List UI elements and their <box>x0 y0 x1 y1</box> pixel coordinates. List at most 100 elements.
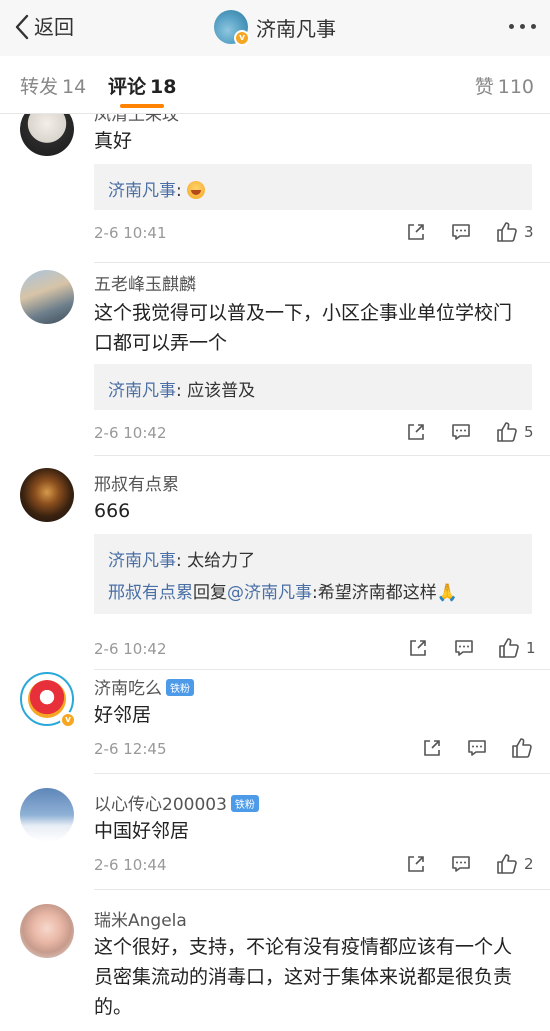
commenter-name[interactable]: 五老峰玉麒麟 <box>94 270 196 295</box>
reply-text: :希望济南都这样🙏 <box>312 583 458 603</box>
top-nav-bar: 返回 v 济南凡事 <box>0 0 550 56</box>
like-count: 2 <box>524 855 534 873</box>
back-button[interactable]: 返回 <box>14 12 74 42</box>
account-avatar: v <box>214 10 250 46</box>
like-button[interactable]: 1 <box>498 637 536 659</box>
like-count: 3 <box>524 223 534 241</box>
reply-line: 济南凡事: 太给力了 <box>108 546 255 571</box>
reply-author[interactable]: 济南凡事 <box>108 181 176 201</box>
avatar[interactable] <box>20 114 74 156</box>
commenter-name-text: 济南吃么 <box>94 679 162 699</box>
share-icon <box>408 424 424 440</box>
comment-icon <box>452 856 470 872</box>
share-button[interactable] <box>406 222 426 242</box>
tab-comment-count: 18 <box>150 76 177 98</box>
share-icon <box>424 740 440 756</box>
like-count: 5 <box>524 423 534 441</box>
tab-forward-count: 14 <box>62 76 87 98</box>
comment-button[interactable] <box>454 638 474 658</box>
like-button[interactable]: 5 <box>496 421 534 443</box>
reply-box[interactable]: 济南凡事: 应该普及 <box>94 364 532 410</box>
tab-like-label: 赞 <box>474 76 494 98</box>
thumb-up-icon <box>497 422 517 442</box>
comment-button[interactable] <box>451 222 471 242</box>
commenter-name[interactable]: 以心传心200003 铁粉 <box>94 790 259 815</box>
tab-comment-label: 评论 <box>108 76 147 98</box>
commenter-name[interactable]: 邢叔有点累 <box>94 470 179 495</box>
back-label: 返回 <box>34 15 74 39</box>
comment-text-line: 的。 <box>94 996 133 1018</box>
account-title[interactable]: v 济南凡事 <box>214 10 336 46</box>
comment-text: 666 <box>94 500 131 522</box>
divider <box>94 773 550 774</box>
avatar[interactable] <box>20 468 74 522</box>
comment-button[interactable] <box>451 854 471 874</box>
list-item: 瑞米Angela 这个很好，支持，不论有没有疫情都应该有一个人 员密集流动的消毒… <box>0 902 550 1031</box>
commenter-name-text: 以心传心200003 <box>94 795 227 815</box>
reply-mention[interactable]: @济南凡事 <box>227 583 312 603</box>
active-tab-indicator <box>120 104 164 108</box>
thumb-up-icon <box>499 638 519 658</box>
comment-text: 这个我觉得可以普及一下，小区企事业单位学校门 口都可以弄一个 <box>94 298 526 358</box>
avatar[interactable] <box>20 788 74 842</box>
share-button[interactable] <box>406 854 426 874</box>
comment-text: 好邻居 <box>94 704 152 726</box>
tab-comment[interactable]: 评论 18 <box>108 72 176 99</box>
like-button[interactable]: 2 <box>496 853 534 875</box>
comment-icon <box>452 424 470 440</box>
tab-forward-label: 转发 <box>20 76 59 98</box>
tab-like[interactable]: 赞 110 <box>475 72 534 99</box>
list-item: v 济南吃么 铁粉 好邻居 2-6 12:45 <box>0 670 550 786</box>
chevron-left-icon <box>15 14 29 40</box>
verified-icon: v <box>60 712 76 728</box>
share-button[interactable] <box>406 422 426 442</box>
share-icon <box>410 640 426 656</box>
avatar[interactable] <box>20 270 74 324</box>
fan-badge: 铁粉 <box>230 795 259 812</box>
avatar[interactable] <box>20 904 74 958</box>
comment-text: 这个很好，支持，不论有没有疫情都应该有一个人 员密集流动的消毒口，这对于集体来说… <box>94 932 526 1022</box>
comment-time: 2-6 10:44 <box>94 856 167 874</box>
comment-button[interactable] <box>451 422 471 442</box>
comment-text: 中国好邻居 <box>94 820 190 842</box>
like-button[interactable]: 3 <box>496 221 534 243</box>
reply-line: 济南凡事: <box>108 176 206 201</box>
page-title: 济南凡事 <box>256 16 336 41</box>
reply-author[interactable]: 济南凡事 <box>108 381 176 401</box>
comment-button[interactable] <box>467 738 487 758</box>
more-icon[interactable] <box>509 24 536 29</box>
list-item: 凤清王采玟 真好 济南凡事: 2-6 10:41 3 <box>0 114 550 264</box>
tab-forward[interactable]: 转发 14 <box>20 72 86 99</box>
reply-mid: 回复 <box>193 583 227 603</box>
comment-icon <box>468 740 486 756</box>
commenter-name[interactable]: 凤清王采玟 <box>94 114 179 125</box>
divider <box>94 262 550 263</box>
share-button[interactable] <box>422 738 442 758</box>
commenter-name[interactable]: 济南吃么 铁粉 <box>94 674 194 699</box>
thumb-up-icon <box>512 738 532 758</box>
list-item: 以心传心200003 铁粉 中国好邻居 2-6 10:44 2 <box>0 786 550 902</box>
share-button[interactable] <box>408 638 428 658</box>
comment-time: 2-6 10:42 <box>94 640 167 658</box>
comment-text-line: 口都可以弄一个 <box>94 332 228 354</box>
reply-author[interactable]: 济南凡事 <box>108 551 176 571</box>
laugh-emoji-icon <box>187 181 206 199</box>
share-icon <box>408 856 424 872</box>
like-button[interactable] <box>511 737 533 759</box>
comment-text-line: 这个我觉得可以普及一下，小区企事业单位学校门 <box>94 302 513 324</box>
reply-text: 太给力了 <box>187 551 256 571</box>
commenter-name[interactable]: 瑞米Angela <box>94 906 187 931</box>
like-count: 1 <box>526 639 536 657</box>
comment-list: 凤清王采玟 真好 济南凡事: 2-6 10:41 3 五老峰玉麒麟 这个我觉得可… <box>0 114 550 1031</box>
avatar[interactable]: v <box>20 672 76 728</box>
fan-badge: 铁粉 <box>166 679 194 696</box>
list-item: 邢叔有点累 666 济南凡事: 太给力了 邢叔有点累回复@济南凡事:希望济南都这… <box>0 456 550 670</box>
reply-box[interactable]: 济南凡事: <box>94 164 532 210</box>
comment-time: 2-6 10:41 <box>94 224 167 242</box>
reply-author[interactable]: 邢叔有点累 <box>108 583 193 603</box>
divider <box>94 889 550 890</box>
reply-box[interactable]: 济南凡事: 太给力了 邢叔有点累回复@济南凡事:希望济南都这样🙏 <box>94 534 532 614</box>
comment-icon <box>452 224 470 240</box>
thumb-up-icon <box>497 854 517 874</box>
comment-text: 真好 <box>94 130 133 152</box>
